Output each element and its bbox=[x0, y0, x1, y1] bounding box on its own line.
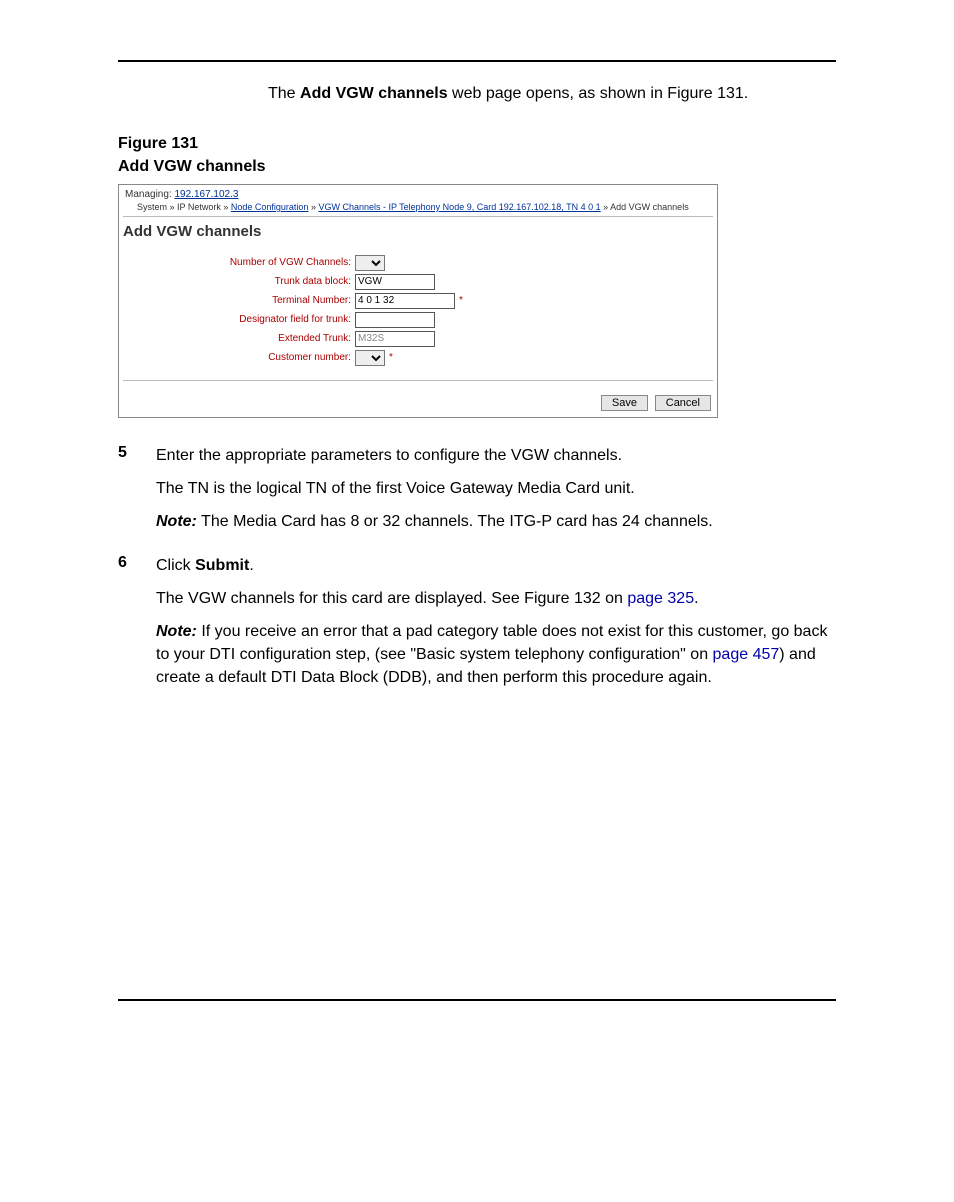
form-title: Add VGW channels bbox=[119, 217, 717, 252]
star-terminal: * bbox=[459, 295, 463, 306]
step6-p1-pre: Click bbox=[156, 557, 195, 574]
step6-note-link[interactable]: page 457 bbox=[713, 646, 780, 663]
managing-label: Managing: bbox=[125, 189, 174, 200]
intro-bold: Add VGW channels bbox=[300, 85, 448, 102]
button-row: Save Cancel bbox=[119, 381, 717, 417]
crumb-sep1: » bbox=[308, 202, 318, 212]
select-customer[interactable] bbox=[355, 350, 385, 366]
managing-line: Managing: 192.167.102.3 bbox=[119, 185, 717, 202]
step5-note-label: Note: bbox=[156, 513, 197, 530]
label-terminal: Terminal Number: bbox=[119, 295, 355, 306]
input-trunk-block[interactable] bbox=[355, 274, 435, 290]
row-extended: Extended Trunk: bbox=[119, 331, 717, 347]
step5-p1: Enter the appropriate parameters to conf… bbox=[156, 444, 836, 467]
step5-note: Note: The Media Card has 8 or 32 channel… bbox=[156, 510, 836, 533]
cancel-button[interactable]: Cancel bbox=[655, 395, 711, 411]
bottom-divider bbox=[118, 999, 836, 1001]
step6-p1-post: . bbox=[249, 557, 253, 574]
step6-number: 6 bbox=[118, 554, 148, 700]
row-terminal: Terminal Number: * bbox=[119, 293, 717, 309]
input-extended[interactable] bbox=[355, 331, 435, 347]
step-5: 5 Enter the appropriate parameters to co… bbox=[118, 444, 836, 544]
crumb-pre: System » IP Network » bbox=[137, 202, 231, 212]
crumb-tail: » Add VGW channels bbox=[601, 202, 689, 212]
input-terminal[interactable] bbox=[355, 293, 455, 309]
step6-note: Note: If you receive an error that a pad… bbox=[156, 620, 836, 690]
figure-caption: Figure 131 Add VGW channels bbox=[118, 133, 836, 178]
input-designator[interactable] bbox=[355, 312, 435, 328]
label-num-vgw: Number of VGW Channels: bbox=[119, 257, 355, 268]
label-extended: Extended Trunk: bbox=[119, 333, 355, 344]
step5-p2: The TN is the logical TN of the first Vo… bbox=[156, 477, 836, 500]
figure-title: Add VGW channels bbox=[118, 156, 836, 178]
step5-note-text: The Media Card has 8 or 32 channels. The… bbox=[197, 513, 713, 530]
intro-paragraph: The Add VGW channels web page opens, as … bbox=[268, 82, 836, 105]
step6-note-label: Note: bbox=[156, 623, 197, 640]
screenshot-panel: Managing: 192.167.102.3 System » IP Netw… bbox=[118, 184, 718, 418]
star-customer: * bbox=[389, 352, 393, 363]
label-designator: Designator field for trunk: bbox=[119, 314, 355, 325]
step6-p2-post: . bbox=[694, 590, 698, 607]
select-num-vgw[interactable] bbox=[355, 255, 385, 271]
row-designator: Designator field for trunk: bbox=[119, 312, 717, 328]
step5-number: 5 bbox=[118, 444, 148, 544]
label-customer: Customer number: bbox=[119, 352, 355, 363]
step-6: 6 Click Submit. The VGW channels for thi… bbox=[118, 554, 836, 700]
step6-p1-bold: Submit bbox=[195, 557, 249, 574]
managing-ip-link[interactable]: 192.167.102.3 bbox=[174, 189, 238, 200]
crumb-node-config[interactable]: Node Configuration bbox=[231, 202, 309, 212]
label-trunk-block: Trunk data block: bbox=[119, 276, 355, 287]
row-num-vgw: Number of VGW Channels: bbox=[119, 255, 717, 271]
step6-p2-link[interactable]: page 325 bbox=[627, 590, 694, 607]
save-button[interactable]: Save bbox=[601, 395, 648, 411]
intro-post: web page opens, as shown in Figure 131. bbox=[448, 85, 749, 102]
step6-p2: The VGW channels for this card are displ… bbox=[156, 587, 836, 610]
intro-pre: The bbox=[268, 85, 300, 102]
figure-number: Figure 131 bbox=[118, 133, 836, 155]
crumb-vgw-channels[interactable]: VGW Channels - IP Telephony Node 9, Card… bbox=[318, 202, 600, 212]
row-trunk-block: Trunk data block: bbox=[119, 274, 717, 290]
breadcrumb: System » IP Network » Node Configuration… bbox=[119, 202, 717, 216]
step6-p2-pre: The VGW channels for this card are displ… bbox=[156, 590, 627, 607]
row-customer: Customer number: * bbox=[119, 350, 717, 366]
step6-p1: Click Submit. bbox=[156, 554, 836, 577]
